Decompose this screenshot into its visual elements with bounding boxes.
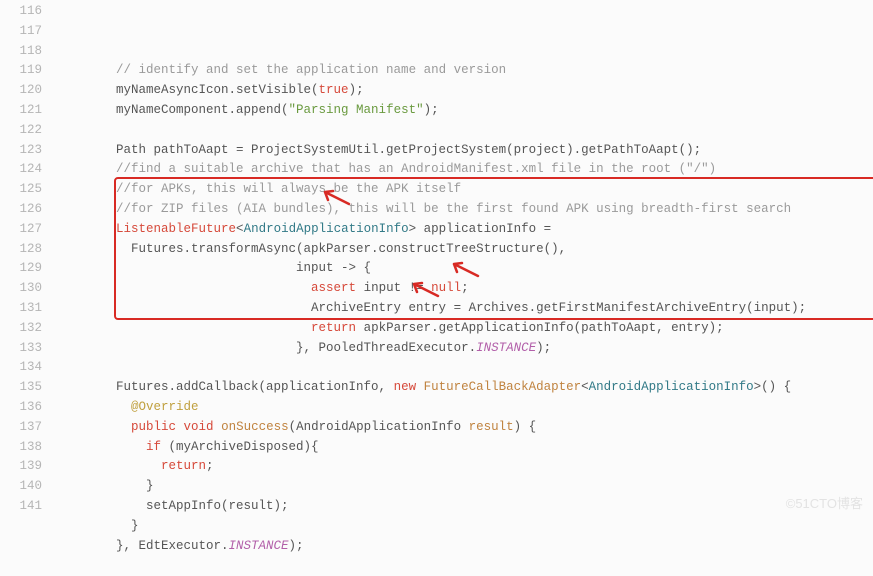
- code-line[interactable]: }: [56, 517, 873, 537]
- line-number: 136: [0, 398, 42, 418]
- code-line[interactable]: myNameComponent.append("Parsing Manifest…: [56, 101, 873, 121]
- line-number: 131: [0, 299, 42, 319]
- code-line[interactable]: @Override: [56, 398, 873, 418]
- code-line[interactable]: //for ZIP files (AIA bundles), this will…: [56, 200, 873, 220]
- line-number: 118: [0, 42, 42, 62]
- line-number: 122: [0, 121, 42, 141]
- line-number: 133: [0, 339, 42, 359]
- code-line[interactable]: [56, 121, 873, 141]
- line-number: 126: [0, 200, 42, 220]
- code-line[interactable]: }: [56, 477, 873, 497]
- line-number: 138: [0, 438, 42, 458]
- code-line[interactable]: [56, 556, 873, 576]
- line-number: 135: [0, 378, 42, 398]
- code-line[interactable]: ArchiveEntry entry = Archives.getFirstMa…: [56, 299, 873, 319]
- code-line[interactable]: Futures.transformAsync(apkParser.constru…: [56, 240, 873, 260]
- code-line[interactable]: public void onSuccess(AndroidApplication…: [56, 418, 873, 438]
- watermark: ©51CTO博客: [786, 494, 863, 514]
- line-number: 119: [0, 61, 42, 81]
- line-number: 117: [0, 22, 42, 42]
- code-line[interactable]: }, PooledThreadExecutor.INSTANCE);: [56, 339, 873, 359]
- code-line[interactable]: // identify and set the application name…: [56, 61, 873, 81]
- code-line[interactable]: //for APKs, this will always be the APK …: [56, 180, 873, 200]
- line-number: 139: [0, 457, 42, 477]
- code-line[interactable]: //find a suitable archive that has an An…: [56, 160, 873, 180]
- line-number: 124: [0, 160, 42, 180]
- line-number: 137: [0, 418, 42, 438]
- code-line[interactable]: myNameAsyncIcon.setVisible(true);: [56, 81, 873, 101]
- line-number-gutter: 1161171181191201211221231241251261271281…: [0, 0, 56, 522]
- line-number: 120: [0, 81, 42, 101]
- code-editor[interactable]: 1161171181191201211221231241251261271281…: [0, 0, 873, 522]
- line-number: 130: [0, 279, 42, 299]
- code-line[interactable]: }, EdtExecutor.INSTANCE);: [56, 537, 873, 557]
- line-number: 140: [0, 477, 42, 497]
- line-number: 128: [0, 240, 42, 260]
- line-number: 116: [0, 2, 42, 22]
- code-line[interactable]: return;: [56, 457, 873, 477]
- line-number: 127: [0, 220, 42, 240]
- line-number: 134: [0, 358, 42, 378]
- line-number: 132: [0, 319, 42, 339]
- code-line[interactable]: return apkParser.getApplicationInfo(path…: [56, 319, 873, 339]
- code-line[interactable]: input -> {: [56, 259, 873, 279]
- line-number: 125: [0, 180, 42, 200]
- code-line[interactable]: setAppInfo(result);: [56, 497, 873, 517]
- code-line[interactable]: Path pathToAapt = ProjectSystemUtil.getP…: [56, 141, 873, 161]
- code-line[interactable]: [56, 358, 873, 378]
- code-line[interactable]: if (myArchiveDisposed){: [56, 438, 873, 458]
- line-number: 129: [0, 259, 42, 279]
- line-number: 141: [0, 497, 42, 517]
- code-area[interactable]: // identify and set the application name…: [56, 0, 873, 522]
- code-line[interactable]: Futures.addCallback(applicationInfo, new…: [56, 378, 873, 398]
- line-number: 123: [0, 141, 42, 161]
- code-line[interactable]: assert input != null;: [56, 279, 873, 299]
- line-number: 121: [0, 101, 42, 121]
- code-line[interactable]: ListenableFuture<AndroidApplicationInfo>…: [56, 220, 873, 240]
